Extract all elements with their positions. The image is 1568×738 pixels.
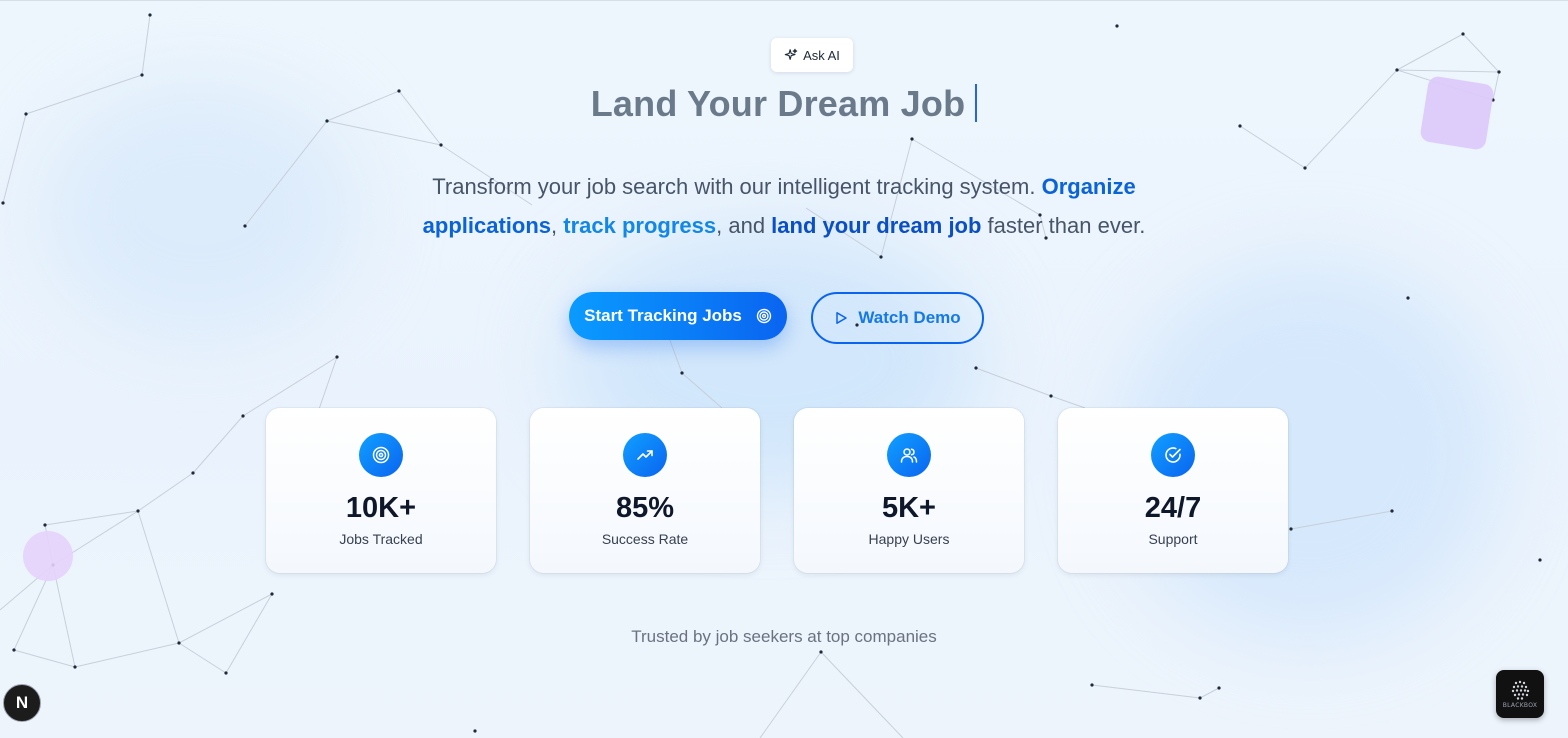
target-icon — [756, 308, 772, 324]
nextjs-dev-badge[interactable]: N — [3, 684, 41, 722]
start-tracking-button[interactable]: Start Tracking Jobs — [569, 292, 787, 340]
decorative-purple-circle — [23, 531, 73, 581]
stat-card-success-rate: 85% Success Rate — [530, 408, 760, 573]
stat-card-jobs-tracked: 10K+ Jobs Tracked — [266, 408, 496, 573]
ask-ai-button[interactable]: Ask AI — [771, 38, 853, 72]
stat-label: Jobs Tracked — [339, 531, 423, 547]
sparkle-icon — [784, 48, 798, 62]
stat-value: 10K+ — [345, 492, 417, 524]
stat-label: Support — [1148, 531, 1198, 547]
highlight-track: track progress — [563, 213, 717, 238]
typing-cursor — [975, 84, 978, 122]
subtitle-text: Transform your job search with our intel… — [432, 174, 1042, 199]
subtitle-separator: , and — [716, 213, 772, 238]
stat-card-happy-users: 5K+ Happy Users — [794, 408, 1024, 573]
blackbox-extension-button[interactable]: BLACKBOX — [1496, 670, 1544, 718]
hero-title-text: Land Your Dream Job — [590, 83, 966, 124]
trending-up-icon — [623, 433, 667, 477]
check-circle-icon — [1151, 433, 1195, 477]
users-icon — [887, 433, 931, 477]
start-tracking-label: Start Tracking Jobs — [584, 306, 742, 325]
stat-value: 5K+ — [881, 492, 936, 524]
blackbox-label: BLACKBOX — [1502, 701, 1538, 709]
stat-value: 24/7 — [1144, 492, 1202, 524]
watch-demo-button[interactable]: Watch Demo — [811, 292, 984, 344]
watch-demo-label: Watch Demo — [858, 308, 961, 327]
top-border — [0, 0, 1568, 1]
blackbox-logo-icon — [1508, 680, 1532, 700]
stat-label: Success Rate — [601, 531, 689, 547]
trusted-by-text: Trusted by job seekers at top companies — [631, 627, 937, 646]
hero-title: Land Your Dream Job — [0, 83, 1568, 125]
highlight-land: land your dream job — [771, 213, 982, 238]
stat-label: Happy Users — [868, 531, 950, 547]
nextjs-logo-icon: N — [15, 693, 29, 712]
ask-ai-label: Ask AI — [803, 47, 840, 63]
stat-card-support: 24/7 Support — [1058, 408, 1288, 573]
play-icon — [834, 311, 848, 325]
subtitle-separator: , — [551, 213, 564, 238]
stat-value: 85% — [615, 492, 675, 524]
target-icon — [359, 433, 403, 477]
hero-subtitle: Transform your job search with our intel… — [384, 167, 1184, 245]
subtitle-text-end: faster than ever. — [981, 213, 1146, 238]
